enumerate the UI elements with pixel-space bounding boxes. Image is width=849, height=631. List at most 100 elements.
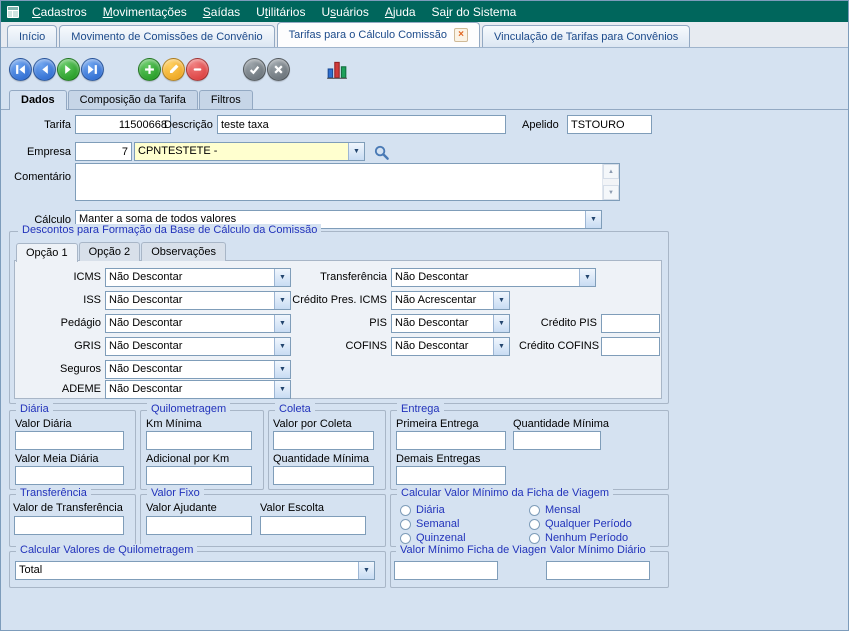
chevron-down-icon[interactable]: ▼ (579, 269, 595, 286)
credito-cofins-input[interactable] (601, 337, 660, 356)
apelido-input[interactable] (567, 115, 652, 134)
chevron-down-icon[interactable]: ▼ (274, 338, 290, 355)
search-empresa-button[interactable] (371, 142, 391, 162)
chevron-down-icon[interactable]: ▼ (493, 338, 509, 355)
tab-inicio[interactable]: Início (7, 25, 57, 47)
empresa-code-input[interactable] (75, 142, 132, 161)
radio-diaria[interactable]: Diária (400, 504, 445, 516)
iss-combo[interactable]: Não Descontar▼ (105, 291, 291, 310)
chevron-down-icon[interactable]: ▼ (493, 315, 509, 332)
menu-item-ajuda[interactable]: Ajuda (377, 2, 424, 22)
radio-mensal[interactable]: Mensal (529, 504, 580, 516)
radio-semanal[interactable]: Semanal (400, 518, 459, 530)
valor-minimo-ficha-viagem-input[interactable] (394, 561, 498, 580)
tab-filtros[interactable]: Filtros (199, 90, 253, 109)
tab-opcao-1[interactable]: Opção 1 (16, 243, 78, 262)
menu-item-sair-do-sistema[interactable]: Sair do Sistema (424, 2, 525, 22)
valor-escolta-input[interactable] (260, 516, 366, 535)
km-minima-label: Km Mínima (146, 418, 202, 430)
chevron-down-icon[interactable]: ▼ (274, 381, 290, 398)
radio-label: Semanal (416, 518, 459, 530)
confirm-button[interactable] (243, 58, 266, 81)
last-record-button[interactable] (81, 58, 104, 81)
document-tab-bar: Início Movimento de Comissões de Convêni… (1, 22, 848, 48)
gris-combo[interactable]: Não Descontar▼ (105, 337, 291, 356)
entrega-quantidade-minima-input[interactable] (513, 431, 601, 450)
radio-quinzenal[interactable]: Quinzenal (400, 532, 466, 544)
credito-pres-icms-combo[interactable]: Não Acrescentar▼ (391, 291, 510, 310)
chevron-down-icon[interactable]: ▼ (358, 562, 374, 579)
chevron-down-icon[interactable]: ▼ (585, 211, 601, 228)
tarifa-input[interactable] (75, 115, 171, 134)
previous-record-button[interactable] (33, 58, 56, 81)
tab-close-icon[interactable]: × (454, 28, 468, 42)
tab-opcao-2[interactable]: Opção 2 (79, 242, 141, 261)
insert-record-button[interactable] (138, 58, 161, 81)
valor-ajudante-input[interactable] (146, 516, 252, 535)
seguros-combo[interactable]: Não Descontar▼ (105, 360, 291, 379)
calcular-quilometragem-combo[interactable]: Total ▼ (15, 561, 375, 580)
radio-nenhum-periodo[interactable]: Nenhum Período (529, 532, 628, 544)
radio-circle-icon (400, 505, 411, 516)
tab-dados[interactable]: Dados (9, 90, 67, 110)
icms-combo[interactable]: Não Descontar▼ (105, 268, 291, 287)
valor-minimo-diario-input[interactable] (546, 561, 650, 580)
tab-composicao-da-tarifa[interactable]: Composição da Tarifa (68, 90, 198, 109)
pedagio-combo[interactable]: Não Descontar▼ (105, 314, 291, 333)
primeira-entrega-input[interactable] (396, 431, 506, 450)
menu-label: ilitários (268, 5, 305, 19)
scroll-down-icon[interactable]: ▼ (603, 185, 619, 200)
cofins-combo[interactable]: Não Descontar▼ (391, 337, 510, 356)
radio-label: Quinzenal (416, 532, 466, 544)
cancel-button[interactable] (267, 58, 290, 81)
km-minima-input[interactable] (146, 431, 252, 450)
valor-de-transferencia-input[interactable] (14, 516, 124, 535)
menu-label: C (32, 5, 41, 19)
first-record-button[interactable] (9, 58, 32, 81)
ademe-combo[interactable]: Não Descontar▼ (105, 380, 291, 399)
chevron-down-icon[interactable]: ▼ (274, 269, 290, 286)
menu-label: adastros (41, 5, 87, 19)
valor-meia-diaria-input[interactable] (15, 466, 124, 485)
transferencia-combo[interactable]: Não Descontar▼ (391, 268, 596, 287)
delete-record-button[interactable] (186, 58, 209, 81)
ademe-combo-value: Não Descontar (106, 381, 274, 398)
scroll-up-icon[interactable]: ▲ (603, 164, 619, 179)
comentario-textarea[interactable] (76, 164, 602, 200)
next-record-button[interactable] (57, 58, 80, 81)
demais-entregas-input[interactable] (396, 466, 506, 485)
edit-record-button[interactable] (162, 58, 185, 81)
chart-report-button[interactable] (324, 56, 350, 82)
radio-qualquer-periodo[interactable]: Qualquer Período (529, 518, 632, 530)
chevron-down-icon[interactable]: ▼ (348, 143, 364, 160)
tab-label: Vinculação de Tarifas para Convênios (494, 31, 678, 43)
tab-tarifas-calculo-comissao[interactable]: Tarifas para o Cálculo Comissão × (277, 22, 480, 47)
app-icon (4, 4, 22, 20)
menu-item-utilitarios[interactable]: Utilitários (248, 2, 313, 22)
tab-movimento-comissoes-convenio[interactable]: Movimento de Comissões de Convênio (59, 25, 274, 47)
menu-label: S (203, 5, 211, 19)
menu-item-cadastros[interactable]: Cadastros (24, 2, 95, 22)
tab-label: Filtros (211, 94, 241, 106)
tab-vinculacao-tarifas-convenios[interactable]: Vinculação de Tarifas para Convênios (482, 25, 690, 47)
chevron-down-icon[interactable]: ▼ (274, 315, 290, 332)
tab-label: Tarifas para o Cálculo Comissão (289, 29, 447, 41)
descricao-input[interactable] (217, 115, 506, 134)
adicional-por-km-input[interactable] (146, 466, 252, 485)
calcular-quilometragem-group-title: Calcular Valores de Quilometragem (16, 544, 197, 556)
credito-cofins-label: Crédito COFINS (519, 340, 597, 352)
menu-item-saidas[interactable]: Saídas (195, 2, 248, 22)
comentario-memo: ▲ ▼ (75, 163, 620, 201)
pis-combo[interactable]: Não Descontar▼ (391, 314, 510, 333)
menu-item-movimentacoes[interactable]: Movimentações (95, 2, 195, 22)
empresa-combo[interactable]: CPNTESTETE - ▼ (134, 142, 365, 161)
credito-pis-input[interactable] (601, 314, 660, 333)
chevron-down-icon[interactable]: ▼ (493, 292, 509, 309)
memo-scrollbar[interactable]: ▲ ▼ (602, 164, 619, 200)
menu-item-usuarios[interactable]: Usuários (313, 2, 376, 22)
tab-observacoes[interactable]: Observações (141, 242, 226, 261)
chevron-down-icon[interactable]: ▼ (274, 361, 290, 378)
valor-diaria-input[interactable] (15, 431, 124, 450)
coleta-quantidade-minima-input[interactable] (273, 466, 374, 485)
valor-por-coleta-input[interactable] (273, 431, 374, 450)
